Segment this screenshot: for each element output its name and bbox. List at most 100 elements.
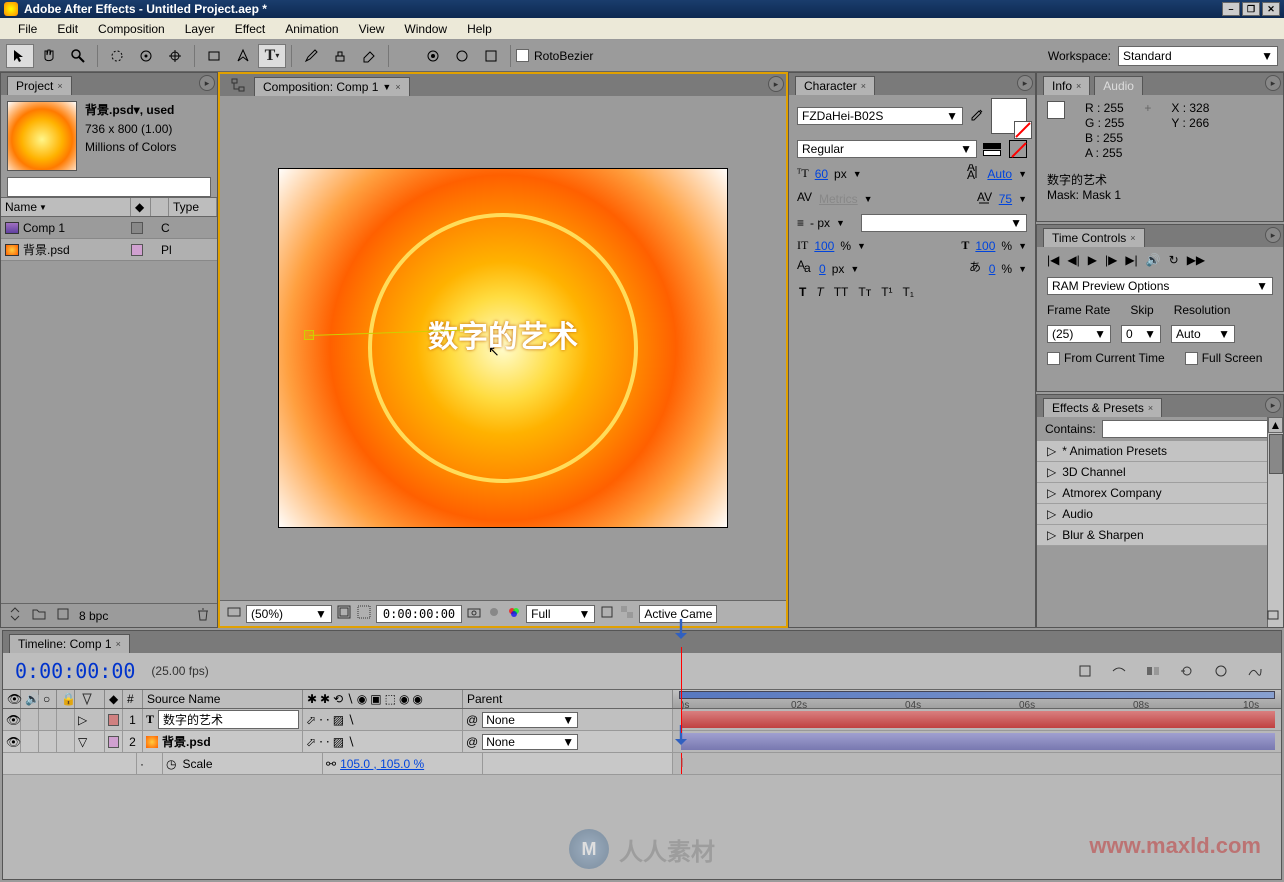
brainstorm-icon[interactable]: [1207, 659, 1235, 683]
no-stroke-icon[interactable]: [1009, 140, 1027, 158]
maximize-button[interactable]: ❐: [1242, 2, 1260, 16]
close-icon[interactable]: ×: [1076, 81, 1081, 91]
stroke-style-dropdown[interactable]: ▼: [861, 214, 1027, 232]
snapshot-icon[interactable]: [466, 604, 482, 623]
layer-name[interactable]: 背景.psd: [162, 733, 211, 750]
tracking-value[interactable]: 75: [999, 192, 1012, 206]
fx-category[interactable]: ▷Atmorex Company: [1037, 483, 1283, 504]
close-icon[interactable]: ×: [1148, 403, 1153, 413]
timeline-layer-row[interactable]: 👁 ▷ 1 T 数字的艺术 ⬀⋅⋅ ▨∖ @ None▼: [3, 709, 1281, 731]
col-number[interactable]: #: [123, 690, 143, 708]
trash-icon[interactable]: [195, 606, 211, 625]
leading-value[interactable]: Auto: [987, 167, 1012, 181]
prev-frame-button[interactable]: ◀|: [1067, 253, 1079, 267]
menu-layer[interactable]: Layer: [175, 19, 225, 39]
kerning-value[interactable]: Metrics: [819, 192, 858, 206]
transparency-grid-icon[interactable]: [619, 604, 635, 623]
timeline-layer-row[interactable]: 👁 ▽ 2 背景.psd ⬀⋅⋅ ▨∖ @ None▼: [3, 731, 1281, 753]
switch-icon[interactable]: ⬀: [306, 735, 316, 749]
pan-behind-tool[interactable]: [161, 44, 189, 68]
label-color[interactable]: [131, 244, 143, 256]
bold-button[interactable]: T: [799, 285, 806, 299]
hscale-value[interactable]: 100: [975, 239, 995, 253]
zoom-tool[interactable]: [64, 44, 92, 68]
ram-options-dropdown[interactable]: RAM Preview Options▼: [1047, 277, 1273, 295]
type-tool[interactable]: T▾: [258, 44, 286, 68]
col-audio[interactable]: 🔊: [21, 690, 39, 708]
always-preview-icon[interactable]: [226, 604, 242, 623]
menu-edit[interactable]: Edit: [47, 19, 88, 39]
property-value[interactable]: 105.0 , 105.0 %: [340, 757, 424, 771]
brush-tool[interactable]: [297, 44, 325, 68]
baseline-value[interactable]: 0: [819, 262, 826, 276]
tsume-value[interactable]: 0: [989, 262, 996, 276]
menu-effect[interactable]: Effect: [225, 19, 275, 39]
show-channel-icon[interactable]: [486, 604, 502, 623]
stroke-width-value[interactable]: - px: [810, 216, 830, 230]
close-icon[interactable]: ×: [861, 81, 866, 91]
roi-icon[interactable]: [599, 604, 615, 623]
clone-stamp-tool[interactable]: [326, 44, 354, 68]
skip-dropdown[interactable]: 0▼: [1121, 325, 1161, 343]
layer-name[interactable]: 数字的艺术: [158, 710, 299, 729]
timeline-current-time[interactable]: 0:00:00:00: [15, 659, 135, 683]
close-icon[interactable]: ×: [57, 81, 62, 91]
res-dropdown[interactable]: Auto▼: [1171, 325, 1235, 343]
fill-color-swatch[interactable]: [991, 98, 1027, 134]
zoom-dropdown[interactable]: (50%)▼: [246, 605, 332, 623]
project-search-input[interactable]: [7, 177, 211, 197]
menu-composition[interactable]: Composition: [88, 19, 175, 39]
pen-tool[interactable]: [229, 44, 257, 68]
new-bin-icon[interactable]: [1265, 606, 1281, 625]
motion-blur-icon[interactable]: [1173, 659, 1201, 683]
comp-canvas[interactable]: 数字的艺术 ↖: [278, 168, 728, 528]
col-name[interactable]: Name▼: [1, 198, 131, 216]
folder-icon[interactable]: [31, 606, 47, 625]
shy-icon[interactable]: [1105, 659, 1133, 683]
loop-button[interactable]: ↻: [1169, 253, 1179, 267]
col-video[interactable]: 👁: [3, 690, 21, 708]
full-screen-checkbox[interactable]: [1185, 352, 1198, 365]
eyedropper-icon[interactable]: [969, 107, 985, 126]
layer-bar[interactable]: [681, 733, 1275, 750]
find-icon[interactable]: [7, 606, 23, 625]
pickwhip-icon[interactable]: @: [466, 735, 478, 749]
fx-category[interactable]: ▷3D Channel: [1037, 462, 1283, 483]
rotobezier-checkbox[interactable]: [516, 49, 529, 62]
disclosure-icon[interactable]: ▽: [78, 735, 87, 749]
ram-preview-button[interactable]: ▶▶: [1187, 253, 1205, 267]
menu-animation[interactable]: Animation: [275, 19, 348, 39]
safe-zones-icon[interactable]: [336, 604, 352, 623]
constrain-icon[interactable]: ⚯: [326, 757, 336, 771]
italic-button[interactable]: T: [816, 285, 823, 299]
world-axis-mode[interactable]: [448, 44, 476, 68]
disclosure-icon[interactable]: ▷: [78, 713, 87, 727]
scroll-thumb[interactable]: [1269, 434, 1283, 474]
switch-icon[interactable]: ▨: [333, 735, 344, 749]
col-label[interactable]: ◆: [131, 198, 151, 216]
character-tab[interactable]: Character×: [795, 76, 875, 95]
comp-flowchart-icon[interactable]: [1071, 659, 1099, 683]
font-family-dropdown[interactable]: FZDaHei-B02S▼: [797, 107, 963, 125]
swap-fill-stroke-icon[interactable]: [983, 143, 1003, 156]
first-frame-button[interactable]: |◀: [1047, 253, 1059, 267]
label-color[interactable]: [131, 222, 143, 234]
col-source-name[interactable]: Source Name: [143, 690, 303, 708]
vscale-value[interactable]: 100: [814, 239, 834, 253]
subscript-button[interactable]: T₁: [903, 285, 914, 299]
switch-icon[interactable]: ▨: [333, 713, 344, 727]
framerate-dropdown[interactable]: (25)▼: [1047, 325, 1111, 343]
info-tab[interactable]: Info×: [1043, 76, 1090, 95]
effects-search-input[interactable]: [1102, 420, 1275, 438]
project-tab[interactable]: Project×: [7, 76, 72, 95]
close-button[interactable]: ✕: [1262, 2, 1280, 16]
panel-menu-icon[interactable]: [1017, 75, 1033, 91]
grid-icon[interactable]: [356, 604, 372, 623]
play-button[interactable]: ▶: [1088, 253, 1097, 267]
panel-menu-icon[interactable]: [1265, 75, 1281, 91]
from-current-time-checkbox[interactable]: [1047, 352, 1060, 365]
allcaps-button[interactable]: TT: [834, 285, 849, 299]
rotation-tool[interactable]: [103, 44, 131, 68]
layer-bar[interactable]: [681, 711, 1275, 728]
menu-window[interactable]: Window: [394, 19, 457, 39]
